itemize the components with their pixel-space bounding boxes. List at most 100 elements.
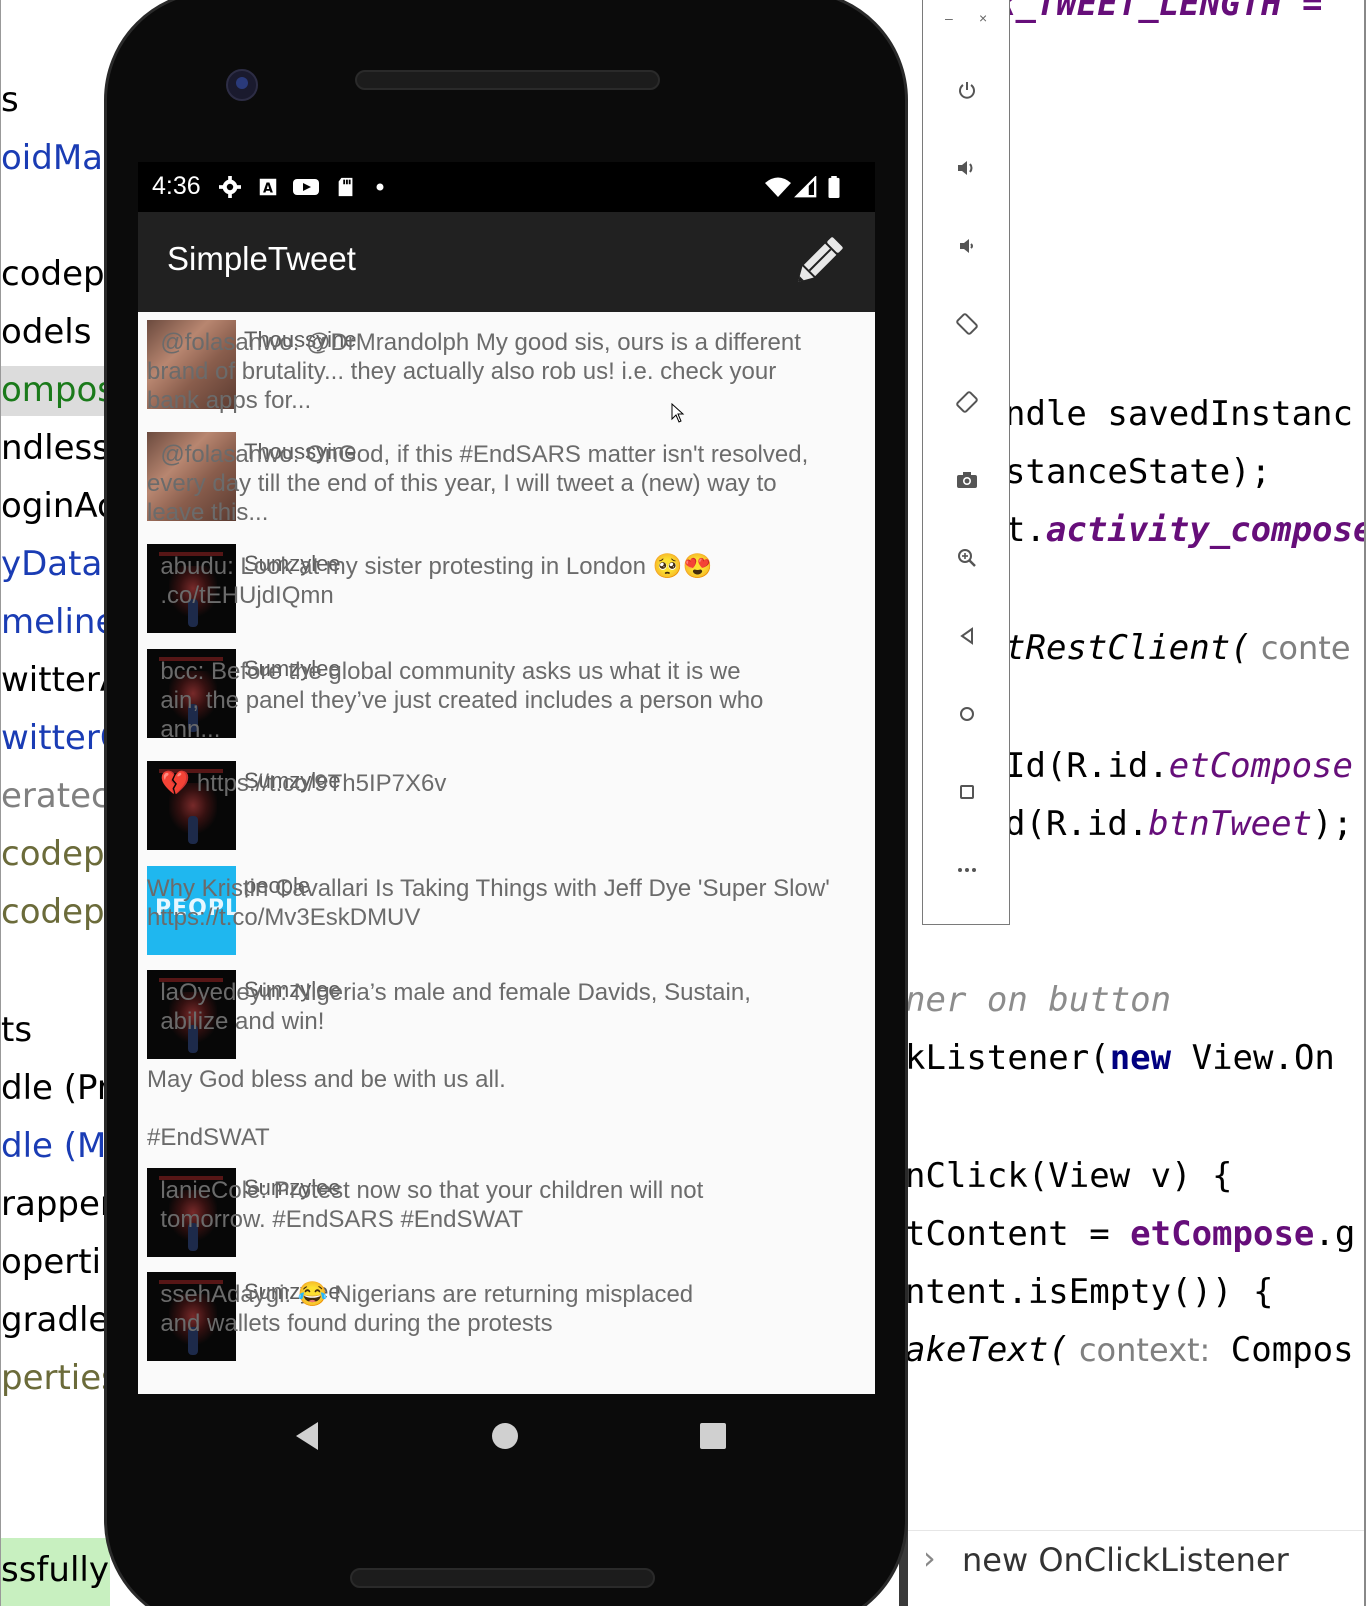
tree-item[interactable]: yDatab <box>1 540 110 590</box>
home-button[interactable] <box>945 692 989 736</box>
code-line: Id(R.id.etCompose <box>1005 744 1353 788</box>
code-token: View.On <box>1171 1038 1335 1078</box>
back-button[interactable] <box>945 614 989 658</box>
tree-item[interactable]: dle (M <box>1 1122 106 1172</box>
app-toolbar: SimpleTweet <box>138 212 875 312</box>
tree-item[interactable]: codepa <box>1 250 110 300</box>
code-line: t.activity_compose <box>1005 508 1366 552</box>
tree-item[interactable]: dle (Pr <box>1 1064 110 1114</box>
tree-item[interactable]: s <box>1 76 19 126</box>
volume-up-button[interactable] <box>945 146 989 190</box>
bottom-speaker <box>350 1568 655 1588</box>
tree-item[interactable]: meline <box>1 598 110 648</box>
mouse-cursor-icon <box>671 403 685 423</box>
device-screen[interactable]: 4:36 A SimpleTweet Thoussyine @folasanwo… <box>138 162 875 1394</box>
code-line: kListener(new View.On <box>905 1036 1335 1080</box>
rotate-right-icon <box>956 391 978 413</box>
code-token: .g <box>1314 1214 1356 1254</box>
breadcrumb-label: new OnClickListener <box>962 1541 1289 1579</box>
tree-item[interactable]: operti <box>1 1238 101 1288</box>
rotate-left-button[interactable] <box>945 302 989 346</box>
code-token: btnTweet <box>1148 804 1313 844</box>
ide-project-tree: s oidMar codepa odels ompos ndlessF ogin… <box>0 0 110 1606</box>
camera-icon <box>957 472 977 488</box>
tree-item[interactable]: codepa <box>1 888 110 938</box>
code-line: tContent = etCompose.g <box>905 1212 1355 1256</box>
tweet-body: abudu: Look at my sister protesting in L… <box>160 553 713 609</box>
emulator-toolbar: – × <box>922 0 1010 925</box>
wifi-icon <box>765 177 791 197</box>
code-line: tRestClient( conte <box>1005 626 1351 670</box>
tree-item[interactable]: oidMar <box>1 134 110 184</box>
code-line: d(R.id.btnTweet); <box>1005 802 1353 846</box>
more-button[interactable] <box>945 848 989 892</box>
keyboard-notification-icon: A <box>259 178 277 197</box>
tweet-timeline[interactable]: Thoussyine @folasanwo: @DrMrandolph My g… <box>138 312 875 1394</box>
code-token: tRestClient( <box>1005 628 1251 668</box>
tree-item[interactable]: odels <box>1 308 91 358</box>
battery-icon <box>828 176 840 198</box>
back-triangle-icon <box>296 1422 318 1450</box>
code-line: ndle savedInstanc <box>1005 394 1353 434</box>
android-nav-bar <box>138 1394 875 1478</box>
more-icon <box>958 868 976 872</box>
tree-item[interactable]: ndlessF <box>1 424 110 474</box>
tree-item[interactable]: witterA <box>1 656 110 706</box>
code-token: Id(R.id. <box>1005 746 1169 786</box>
build-status-bar: ssfully <box>1 1538 110 1606</box>
tree-item[interactable]: oginAc <box>1 482 110 532</box>
code-line: k_TWEET_LENGTH = <box>995 0 1323 24</box>
tweet-body: Why Kristin Cavallari Is Taking Things w… <box>147 875 830 931</box>
code-token: t. <box>1005 510 1046 550</box>
tweet-body: 💔 https://t.co/9Th5IP7X6v <box>147 770 447 797</box>
chevron-right-icon: › <box>923 1539 936 1577</box>
editor-breadcrumb[interactable]: › new OnClickListener <box>905 1530 1366 1590</box>
compose-button[interactable] <box>788 232 848 292</box>
volume-down-icon <box>960 239 973 253</box>
zoom-button[interactable] <box>945 536 989 580</box>
power-button[interactable] <box>945 68 989 112</box>
rotate-left-icon <box>956 313 978 335</box>
home-circle-icon <box>492 1423 518 1449</box>
code-line: nClick(View v) { <box>905 1156 1233 1196</box>
status-time: 4:36 <box>152 172 201 200</box>
zoom-icon <box>958 549 976 567</box>
overview-square-icon <box>700 1423 726 1449</box>
code-token: akeText( <box>905 1330 1069 1370</box>
tree-item[interactable]: perties <box>1 1354 110 1404</box>
overview-icon <box>960 785 974 799</box>
tree-item[interactable]: ts <box>1 1006 32 1056</box>
tweet-body: laOyedeyin: Nigeria’s male and female Da… <box>147 979 751 1151</box>
code-token: kListener( <box>905 1038 1110 1078</box>
code-token: etCompose <box>1168 746 1353 786</box>
code-token: Compos <box>1210 1330 1354 1370</box>
param-hint: context: <box>1068 1331 1211 1369</box>
close-button[interactable]: × <box>979 10 987 26</box>
tweet-body: @folasanwo: @DrMrandolph My good sis, ou… <box>147 329 801 414</box>
back-icon <box>960 627 973 645</box>
overview-button[interactable] <box>945 770 989 814</box>
nav-home-button[interactable] <box>481 1412 529 1460</box>
code-token: ); <box>1312 804 1354 844</box>
tree-item-selected[interactable]: ompos <box>1 366 110 416</box>
power-icon <box>959 82 975 99</box>
android-status-bar: 4:36 A <box>138 162 875 212</box>
tree-item[interactable]: rapper <box>1 1180 110 1230</box>
tree-item[interactable]: codepa <box>1 830 110 880</box>
tree-item[interactable]: gradle <box>1 1296 109 1346</box>
screenshot-button[interactable] <box>945 458 989 502</box>
volume-down-button[interactable] <box>945 224 989 268</box>
pencil-icon <box>798 237 843 282</box>
more-notifications-dot-icon <box>376 183 384 191</box>
rotate-right-button[interactable] <box>945 380 989 424</box>
tweet-body: bcc: Before the global community asks us… <box>160 658 764 743</box>
minimize-button[interactable]: – <box>945 10 953 26</box>
code-token: activity_compose <box>1045 510 1366 550</box>
tree-item[interactable]: eratec <box>1 772 110 822</box>
sd-card-notification-icon <box>338 177 353 197</box>
nav-overview-button[interactable] <box>689 1412 737 1460</box>
nav-back-button[interactable] <box>283 1412 331 1460</box>
tree-item[interactable]: witterC <box>1 714 110 764</box>
tweet-body: @folasanwo: OnGod, if this #EndSARS matt… <box>147 441 809 526</box>
settings-notification-icon <box>219 176 241 198</box>
